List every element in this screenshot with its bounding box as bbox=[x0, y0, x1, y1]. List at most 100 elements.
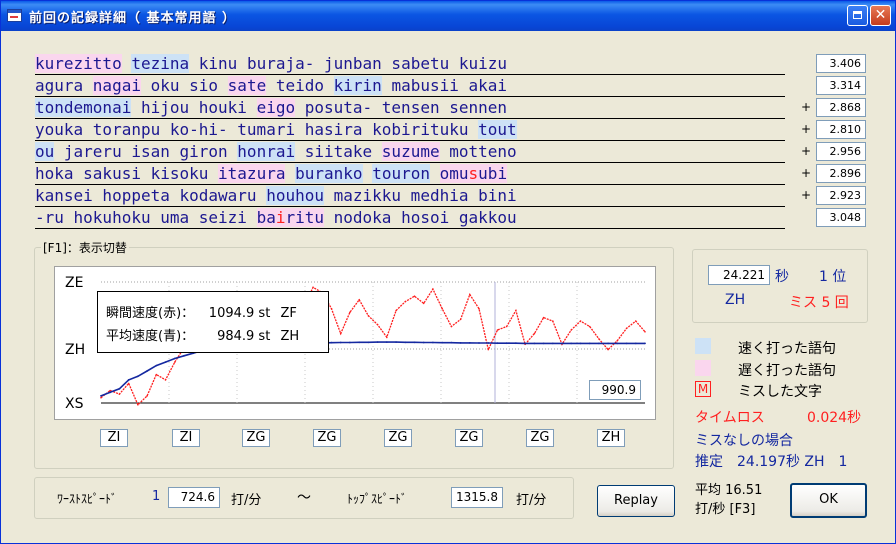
slow-typed-word: suzume bbox=[381, 142, 440, 161]
word-line: tondemonai hijou houki eigo posuta- tens… bbox=[35, 98, 785, 119]
grade-box: ZG bbox=[384, 429, 412, 447]
average-speed-point bbox=[183, 354, 185, 357]
word-segment: mabusii akai bbox=[381, 76, 517, 95]
word-segment bbox=[122, 54, 132, 73]
word-segment: mazikku medhia bini bbox=[323, 186, 527, 205]
line-time-value: 3.406 bbox=[816, 54, 866, 73]
word-segment: youka toranpu ko-hi- tumari hasira kobir… bbox=[35, 120, 479, 139]
word-line: youka toranpu ko-hi- tumari hasira kobir… bbox=[35, 120, 785, 141]
instant-speed-point bbox=[598, 338, 600, 340]
top-speed-label: ﾄｯﾌﾟｽﾋﾟｰﾄﾞ bbox=[347, 492, 408, 506]
rank-value: 1 位 bbox=[819, 269, 847, 285]
average-speed-point bbox=[173, 357, 176, 360]
slow-swatch bbox=[695, 360, 711, 376]
average-speed-point bbox=[468, 342, 471, 344]
line-time-value: 3.048 bbox=[816, 208, 866, 227]
ok-button[interactable]: OK bbox=[790, 483, 867, 518]
fast-legend-label: 速く打った語句 bbox=[738, 341, 836, 357]
word-segment: ou bbox=[35, 142, 55, 161]
instant-speed-point bbox=[478, 307, 480, 310]
instant-speed-point bbox=[376, 323, 379, 326]
word-segment: nodoka hosoi gakkou bbox=[324, 208, 517, 227]
graph-toggle-label[interactable]: [F1]：表示切替 bbox=[41, 239, 129, 256]
slow-typed-word: kurezitto bbox=[35, 54, 122, 73]
instant-speed-point bbox=[100, 396, 102, 399]
worst-speed-label: ﾜｰｽﾄｽﾋﾟｰﾄﾞ bbox=[57, 492, 118, 506]
grade-box: ZH bbox=[597, 429, 625, 447]
close-button[interactable]: ✕ bbox=[870, 5, 891, 26]
average-speed-point bbox=[413, 341, 416, 344]
maximize-icon bbox=[853, 11, 862, 19]
word-segment: ba bbox=[256, 208, 276, 227]
grade-box: ZG bbox=[242, 429, 270, 447]
instant-speed-point bbox=[588, 325, 591, 328]
avg-keystrokes-line2: 打/秒 [F3] bbox=[695, 502, 756, 517]
avg-speed-grade: ZH bbox=[280, 329, 300, 344]
word-segment bbox=[430, 164, 440, 183]
record-detail-window: 前回の記録詳細（ 基本常用語 ） ✕ kurezitto tezina kinu… bbox=[0, 0, 896, 544]
word-segment: agura bbox=[35, 76, 93, 95]
inst-speed-grade: ZF bbox=[280, 306, 297, 321]
word-segment: posuta- tensen sennen bbox=[295, 98, 517, 117]
avg-speed-value: 984.9 st bbox=[217, 329, 271, 344]
average-speed-point bbox=[644, 342, 646, 345]
slow-typed-word: nagai bbox=[92, 76, 141, 95]
maximize-button[interactable] bbox=[847, 5, 868, 26]
line-time-value: 2.810 bbox=[816, 120, 866, 139]
average-speed-point bbox=[625, 342, 628, 345]
grade-box: ZG bbox=[526, 429, 554, 447]
window-title: 前回の記録詳細（ 基本常用語 ） bbox=[29, 11, 237, 26]
line-time-value: 2.956 bbox=[816, 142, 866, 161]
title-bar[interactable]: 前回の記録詳細（ 基本常用語 ） ✕ bbox=[1, 1, 895, 31]
word-text: mazikku medhia bini bbox=[324, 186, 526, 205]
instant-speed-point bbox=[155, 373, 158, 376]
average-speed-point bbox=[432, 341, 434, 344]
word-text: siitake bbox=[295, 142, 382, 161]
average-speed-point bbox=[404, 341, 407, 344]
instant-speed-point bbox=[441, 307, 444, 310]
word-text bbox=[507, 164, 517, 183]
average-speed-point bbox=[607, 342, 609, 345]
instant-speed-point bbox=[395, 309, 397, 312]
word-segment: kinu buraja- junban sabetu kuizu bbox=[189, 54, 517, 73]
word-text: mabusii akai bbox=[382, 76, 517, 95]
average-speed-point bbox=[515, 342, 517, 345]
average-speed-point bbox=[487, 342, 490, 344]
word-segment: hoka sakusi kisoku bbox=[35, 164, 219, 183]
instant-speed-point bbox=[137, 404, 139, 406]
fast-typed-word: tout bbox=[478, 120, 517, 139]
seconds-unit: 秒 bbox=[775, 269, 789, 285]
instant-speed-point bbox=[174, 361, 176, 363]
replay-button[interactable]: Replay bbox=[597, 485, 675, 517]
word-segment bbox=[363, 164, 373, 183]
estimate-text: 推定 24.197秒 ZH 1 bbox=[695, 454, 848, 470]
speed-range-tilde: ～ bbox=[297, 490, 311, 506]
instant-speed-point bbox=[570, 329, 572, 331]
average-speed-point bbox=[395, 341, 397, 343]
chart-tick-label: XS bbox=[65, 396, 84, 412]
word-line: kurezitto tezina kinu buraja- junban sab… bbox=[35, 54, 785, 75]
plus-mark: + bbox=[801, 100, 812, 114]
word-text: nodoka hosoi gakkou bbox=[324, 208, 517, 227]
average-speed-point bbox=[146, 370, 148, 372]
word-text: youka toranpu ko-hi- tumari hasira kobir… bbox=[35, 120, 478, 139]
miss-legend-label: ミスした文字 bbox=[738, 384, 822, 400]
plus-mark: + bbox=[801, 166, 812, 180]
instant-speed-point bbox=[312, 286, 314, 289]
instant-speed-point bbox=[422, 302, 425, 305]
average-speed-point bbox=[570, 342, 573, 345]
average-speed-point bbox=[137, 375, 139, 378]
word-text bbox=[363, 164, 373, 183]
word-segment: ubi bbox=[478, 164, 508, 183]
word-segment: itazura bbox=[218, 164, 286, 183]
slow-legend-label: 遅く打った語句 bbox=[738, 363, 836, 379]
average-speed-point bbox=[634, 342, 637, 345]
average-speed-point bbox=[579, 342, 582, 345]
word-text: kansei hoppeta kodawaru bbox=[35, 186, 266, 205]
word-segment: tondemonai bbox=[35, 98, 132, 117]
instant-speed-point bbox=[339, 332, 342, 335]
word-segment: houhou bbox=[266, 186, 324, 205]
average-speed-point bbox=[459, 342, 462, 344]
word-segment: buranko bbox=[295, 164, 363, 183]
top-speed-unit: 打/分 bbox=[516, 493, 547, 508]
